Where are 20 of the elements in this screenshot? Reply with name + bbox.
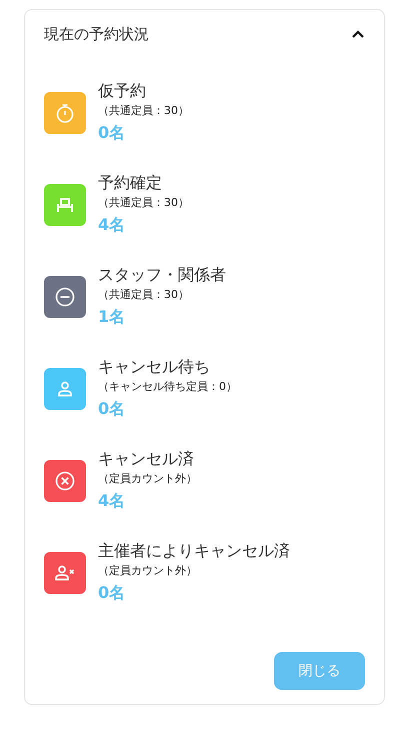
status-label: 主催者によりキャンセル済 [98,540,290,562]
count-value: 0名 [98,122,126,144]
capacity-note: （共通定員：30） [98,195,189,211]
count-value: 4名 [98,214,126,236]
status-label: キャンセル待ち [98,356,210,378]
count-value: 4名 [98,490,126,512]
status-label: スタッフ・関係者 [98,264,226,286]
capacity-note: （共通定員：30） [98,287,189,303]
status-label: キャンセル済 [98,448,194,470]
capacity-note: （定員カウント外） [98,471,197,487]
status-label: 予約確定 [98,172,162,194]
capacity-note: （キャンセル待ち定員：0） [98,379,237,395]
count-value: 1名 [98,306,126,328]
status-label: 仮予約 [98,80,146,102]
panel-title: 現在の予約状況 [44,24,149,44]
count-value: 0名 [98,398,126,420]
capacity-note: （定員カウント外） [98,563,197,579]
close-button[interactable]: 閉じる [274,652,365,690]
count-value: 0名 [98,582,126,604]
capacity-note: （共通定員：30） [98,103,189,119]
